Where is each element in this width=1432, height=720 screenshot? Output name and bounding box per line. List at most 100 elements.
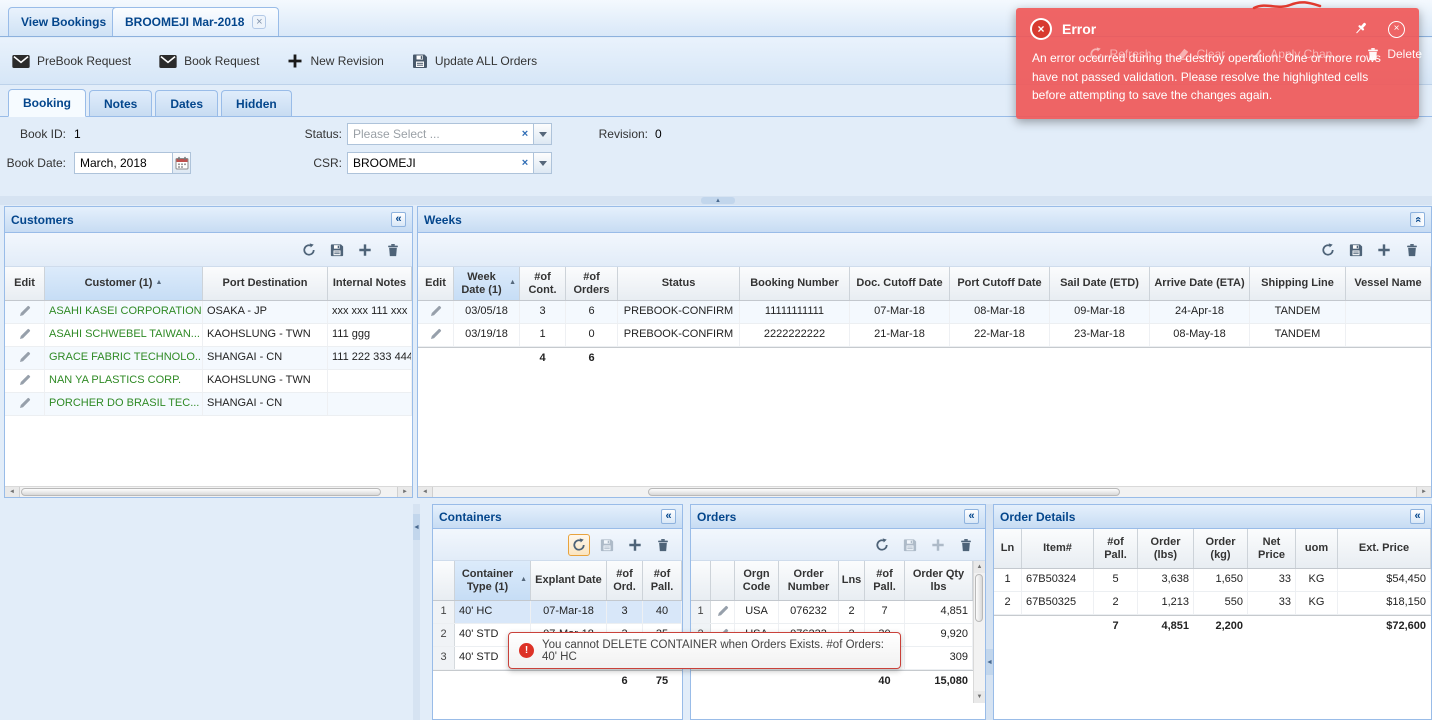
column-header-customer[interactable]: Customer (1) ▲ [45,267,203,300]
week-date-cell[interactable]: 03/19/18 [454,324,520,346]
internal-notes-cell[interactable]: 111 222 333 444 [328,347,412,369]
net-price-cell[interactable]: 33 [1248,569,1296,591]
order-qty-cell[interactable]: 309 [905,647,973,669]
internal-notes-cell[interactable]: 111 ggg [328,324,412,346]
horizontal-scrollbar[interactable]: ◄ ► [418,486,1431,497]
column-header-port-destination[interactable]: Port Destination [203,267,328,300]
of-pall-cell[interactable]: 7 [865,601,905,623]
collapse-left-handle[interactable]: ◄ [413,514,420,540]
row-number[interactable]: 2 [433,624,455,646]
tab-hidden[interactable]: Hidden [221,90,292,116]
tab-broomeji-mar-2018[interactable]: BROOMEJI Mar-2018 × [112,7,279,36]
scroll-right-icon[interactable]: ► [1416,487,1431,497]
scroll-thumb[interactable] [21,488,381,496]
prebook-request-button[interactable]: PreBook Request [12,54,131,68]
column-header-booking-number[interactable]: Booking Number [740,267,850,300]
scroll-thumb[interactable] [975,574,983,622]
status-cell[interactable]: PREBOOK-CONFIRM [618,324,740,346]
collapse-left-icon[interactable]: « [391,212,406,227]
scroll-left-icon[interactable]: ◄ [5,487,20,497]
edit-cell[interactable] [5,301,45,323]
customer-cell[interactable]: PORCHER DO BRASIL TEC... [45,393,203,415]
cont-cell[interactable]: 3 [520,301,566,323]
shipping-line-cell[interactable]: TANDEM [1250,324,1346,346]
tab-view-bookings[interactable]: View Bookings [8,7,119,36]
doc-cutoff-cell[interactable]: 21-Mar-18 [850,324,950,346]
ext-price-cell[interactable]: $18,150 [1338,592,1431,614]
update-all-orders-button[interactable]: Update ALL Orders [412,53,537,69]
table-row[interactable]: 1 67B50324 5 3,638 1,650 33 KG $54,450 [994,569,1431,592]
column-header-of-pall[interactable]: #of Pall. [1094,529,1138,568]
column-header-arrive-eta[interactable]: Arrive Date (ETA) [1150,267,1250,300]
horizontal-splitter[interactable]: ▲ [0,196,1432,205]
row-number[interactable]: 3 [433,647,455,669]
scroll-left-icon[interactable]: ◄ [418,487,433,497]
table-row[interactable]: GRACE FABRIC TECHNOLO... SHANGAI - CN 11… [5,347,412,370]
orders-cell[interactable]: 0 [566,324,618,346]
orgn-code-cell[interactable]: USA [735,601,779,623]
ln-cell[interactable]: 1 [994,569,1022,591]
order-qty-cell[interactable]: 9,920 [905,624,973,646]
add-icon[interactable] [354,239,376,261]
refresh-icon[interactable] [871,534,893,556]
container-type-cell[interactable]: 40' HC [455,601,531,623]
of-pall-cell[interactable]: 5 [1094,569,1138,591]
uom-cell[interactable]: KG [1296,592,1338,614]
ext-price-cell[interactable]: $54,450 [1338,569,1431,591]
table-row[interactable]: 03/19/18 1 0 PREBOOK-CONFIRM 2222222222 … [418,324,1431,347]
cont-cell[interactable]: 1 [520,324,566,346]
column-header-orders[interactable]: #of Orders [566,267,618,300]
order-lbs-cell[interactable]: 3,638 [1138,569,1194,591]
order-number-cell[interactable]: 076232 [779,601,839,623]
delete-icon[interactable] [652,534,674,556]
vessel-cell[interactable] [1346,301,1431,323]
internal-notes-cell[interactable] [328,370,412,392]
column-header-week-date[interactable]: Week Date (1) ▲ [454,267,520,300]
horizontal-scrollbar[interactable]: ◄ ► [5,486,412,497]
del-icon[interactable] [1401,239,1423,261]
column-header-vessel-name[interactable]: Vessel Name [1346,267,1431,300]
edit-cell[interactable] [5,324,45,346]
column-header-orgn-code[interactable]: Orgn Code [735,561,779,600]
delete-button[interactable]: Delete [1366,47,1422,61]
week-date-cell[interactable]: 03/05/18 [454,301,520,323]
tab-notes[interactable]: Notes [89,90,152,116]
column-header-uom[interactable]: uom [1296,529,1338,568]
vertical-scrollbar[interactable]: ▲ ▼ [973,561,985,703]
column-header-shipping-line[interactable]: Shipping Line [1250,267,1346,300]
column-header-container-type[interactable]: Container Type (1) ▲ [455,561,531,600]
column-header-sail-etd[interactable]: Sail Date (ETD) [1050,267,1150,300]
table-row[interactable]: ASAHI KASEI CORPORATION OSAKA - JP xxx x… [5,301,412,324]
explant-date-cell[interactable]: 07-Mar-18 [531,601,607,623]
calendar-icon[interactable] [172,153,190,173]
booking-number-cell[interactable]: 2222222222 [740,324,850,346]
column-header-lns[interactable]: Lns [839,561,865,600]
edit-cell[interactable] [5,370,45,392]
status-cell[interactable]: PREBOOK-CONFIRM [618,301,740,323]
port-destination-cell[interactable]: OSAKA - JP [203,301,328,323]
vessel-cell[interactable] [1346,324,1431,346]
collapse-left-icon[interactable]: « [1410,509,1425,524]
save-icon[interactable] [596,534,618,556]
booking-number-cell[interactable]: 11111111111 [740,301,850,323]
column-header-item[interactable]: Item# [1022,529,1094,568]
column-header-of-pall[interactable]: #of Pall. [865,561,905,600]
refresh-button[interactable]: Refresh [1089,47,1152,61]
pin-icon[interactable] [1354,21,1370,37]
edit-cell[interactable] [5,347,45,369]
refresh-icon[interactable] [298,239,320,261]
clear-icon[interactable]: × [517,153,533,173]
item-cell[interactable]: 67B50325 [1022,592,1094,614]
of-pall-cell[interactable]: 40 [643,601,682,623]
orders-cell[interactable]: 6 [566,301,618,323]
order-kg-cell[interactable]: 550 [1194,592,1248,614]
collapse-left-icon[interactable]: « [964,509,979,524]
customer-cell[interactable]: ASAHI KASEI CORPORATION [45,301,203,323]
column-header-explant-date[interactable]: Explant Date [531,561,607,600]
port-destination-cell[interactable]: SHANGAI - CN [203,393,328,415]
table-row[interactable]: 1 USA 076232 2 7 4,851 [691,601,973,624]
row-number[interactable]: 1 [433,601,455,623]
save-icon[interactable] [326,239,348,261]
port-cutoff-cell[interactable]: 08-Mar-18 [950,301,1050,323]
chevron-down-icon[interactable] [533,153,551,173]
